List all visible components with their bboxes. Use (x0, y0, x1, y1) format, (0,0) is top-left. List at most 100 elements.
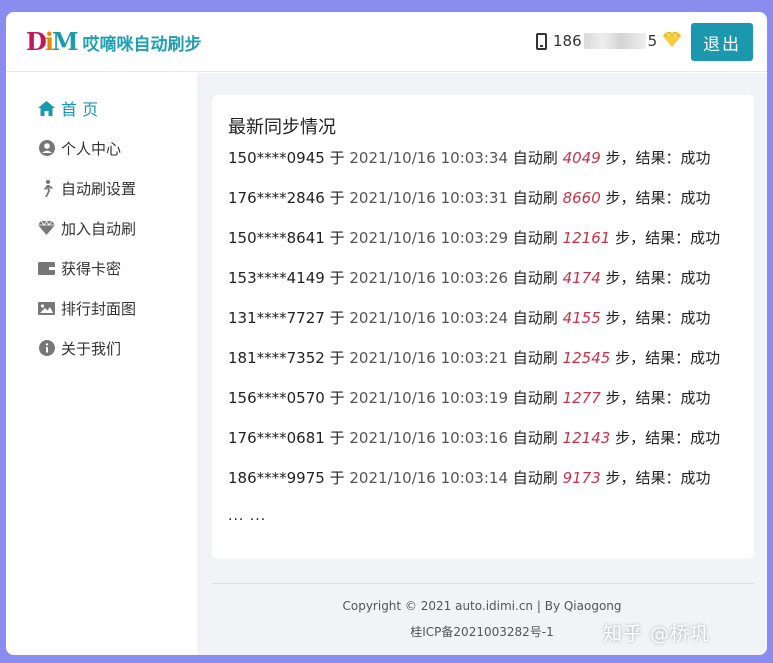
record-phone: 153****4149 (228, 269, 325, 287)
vip-gem-icon (663, 30, 682, 51)
record-result: 成功 (680, 269, 711, 287)
record-word-auto: 自动刷 (512, 309, 558, 327)
record-word-auto: 自动刷 (512, 429, 558, 447)
sync-record-row: 176****2846 于 2021/10/16 10:03:31 自动刷 86… (228, 187, 711, 207)
record-word-at: 于 (329, 429, 345, 447)
record-phone: 156****0570 (228, 389, 325, 407)
record-steps: 12161 (562, 229, 611, 247)
wallet-icon (38, 260, 55, 277)
record-result: 成功 (690, 229, 721, 247)
record-time: 2021/10/16 10:03:19 (349, 389, 508, 407)
record-word-result: 步，结果： (605, 149, 681, 167)
app-title: 哎嘀咪自动刷步 (82, 34, 202, 55)
more-ellipsis: ... ... (228, 508, 267, 524)
record-word-auto: 自动刷 (512, 349, 558, 367)
sync-record-row: 176****0681 于 2021/10/16 10:03:16 自动刷 12… (228, 427, 720, 447)
record-time: 2021/10/16 10:03:16 (349, 429, 508, 447)
phone-suffix: 5 (647, 32, 658, 50)
sidebar-item-ranking-cover[interactable]: 排行封面图 (38, 297, 136, 319)
sidebar-item-label: 获得卡密 (61, 259, 122, 278)
record-word-result: 步，结果： (615, 229, 691, 247)
record-word-auto: 自动刷 (512, 389, 558, 407)
top-header: DiM 哎嘀咪自动刷步 186 5 退出 (6, 12, 767, 72)
record-time: 2021/10/16 10:03:14 (349, 469, 508, 487)
record-steps: 4049 (562, 149, 601, 167)
record-time: 2021/10/16 10:03:31 (349, 189, 508, 207)
record-phone: 150****8641 (228, 229, 325, 247)
record-result: 成功 (680, 309, 711, 327)
sidebar-item-label: 加入自动刷 (61, 219, 137, 238)
record-word-at: 于 (329, 309, 345, 327)
record-word-result: 步，结果： (615, 429, 691, 447)
phone-masked-digits (583, 33, 646, 49)
record-result: 成功 (680, 389, 711, 407)
sync-record-row: 150****0945 于 2021/10/16 10:03:34 自动刷 40… (228, 147, 711, 167)
sync-record-row: 186****9975 于 2021/10/16 10:03:14 自动刷 91… (228, 467, 711, 487)
info-icon (38, 340, 55, 357)
record-time: 2021/10/16 10:03:26 (349, 269, 508, 287)
zhihu-watermark: 知乎 @桥巩 (603, 623, 711, 645)
user-circle-icon (38, 140, 55, 157)
home-icon (38, 100, 55, 117)
record-word-auto: 自动刷 (512, 229, 558, 247)
record-time: 2021/10/16 10:03:24 (349, 309, 508, 327)
record-result: 成功 (680, 469, 711, 487)
sync-record-row: 181****7352 于 2021/10/16 10:03:21 自动刷 12… (228, 347, 720, 367)
record-word-result: 步，结果： (605, 389, 681, 407)
record-phone: 181****7352 (228, 349, 325, 367)
app-window: DiM 哎嘀咪自动刷步 186 5 退出 首 页 个人中心 自动刷设置 加入自动… (6, 12, 767, 655)
sync-record-row: 131****7727 于 2021/10/16 10:03:24 自动刷 41… (228, 307, 711, 327)
record-steps: 4174 (562, 269, 601, 287)
sidebar: 首 页 个人中心 自动刷设置 加入自动刷 获得卡密 排行封面图 关于我们 (6, 73, 197, 655)
record-word-result: 步，结果： (605, 309, 681, 327)
record-word-at: 于 (329, 149, 345, 167)
footer-copyright: Copyright © 2021 auto.idimi.cn | By Qiao… (342, 599, 622, 613)
sidebar-item-auto-settings[interactable]: 自动刷设置 (38, 177, 136, 199)
record-word-at: 于 (329, 189, 345, 207)
sidebar-item-label: 自动刷设置 (61, 179, 137, 198)
record-word-auto: 自动刷 (512, 269, 558, 287)
record-word-auto: 自动刷 (512, 469, 558, 487)
record-steps: 12143 (562, 429, 611, 447)
record-word-at: 于 (329, 229, 345, 247)
record-result: 成功 (680, 149, 711, 167)
image-icon (38, 300, 55, 317)
logout-button[interactable]: 退出 (691, 23, 753, 61)
account-phone: 186 5 (536, 30, 682, 52)
record-phone: 131****7727 (228, 309, 325, 327)
record-word-at: 于 (329, 349, 345, 367)
gem-icon (38, 220, 55, 237)
record-word-at: 于 (329, 469, 345, 487)
record-word-at: 于 (329, 269, 345, 287)
record-result: 成功 (680, 189, 711, 207)
sidebar-item-label: 关于我们 (61, 339, 122, 358)
record-phone: 150****0945 (228, 149, 325, 167)
record-result: 成功 (690, 349, 721, 367)
record-word-result: 步，结果： (605, 189, 681, 207)
sync-record-row: 153****4149 于 2021/10/16 10:03:26 自动刷 41… (228, 267, 711, 287)
record-steps: 12545 (562, 349, 611, 367)
site-logo[interactable]: DiM 哎嘀咪自动刷步 (26, 28, 202, 56)
record-phone: 176****0681 (228, 429, 325, 447)
record-word-auto: 自动刷 (512, 189, 558, 207)
sidebar-item-label: 个人中心 (61, 139, 122, 158)
record-word-at: 于 (329, 389, 345, 407)
mobile-phone-icon (536, 32, 547, 50)
record-steps: 1277 (562, 389, 601, 407)
sidebar-item-join-auto[interactable]: 加入自动刷 (38, 217, 136, 239)
phone-prefix: 186 (553, 32, 582, 50)
sidebar-item-get-card-key[interactable]: 获得卡密 (38, 257, 121, 279)
latest-sync-card: 最新同步情况 150****0945 于 2021/10/16 10:03:34… (212, 95, 754, 559)
sidebar-item-home[interactable]: 首 页 (38, 97, 98, 119)
record-word-auto: 自动刷 (512, 149, 558, 167)
sidebar-item-label: 排行封面图 (61, 299, 137, 318)
sidebar-item-personal-center[interactable]: 个人中心 (38, 137, 121, 159)
sidebar-item-about-us[interactable]: 关于我们 (38, 337, 121, 359)
record-steps: 4155 (562, 309, 601, 327)
record-time: 2021/10/16 10:03:21 (349, 349, 508, 367)
record-time: 2021/10/16 10:03:34 (349, 149, 508, 167)
sync-record-row: 150****8641 于 2021/10/16 10:03:29 自动刷 12… (228, 227, 720, 247)
footer-divider (212, 583, 754, 584)
record-word-result: 步，结果： (605, 269, 681, 287)
card-title: 最新同步情况 (228, 117, 336, 138)
